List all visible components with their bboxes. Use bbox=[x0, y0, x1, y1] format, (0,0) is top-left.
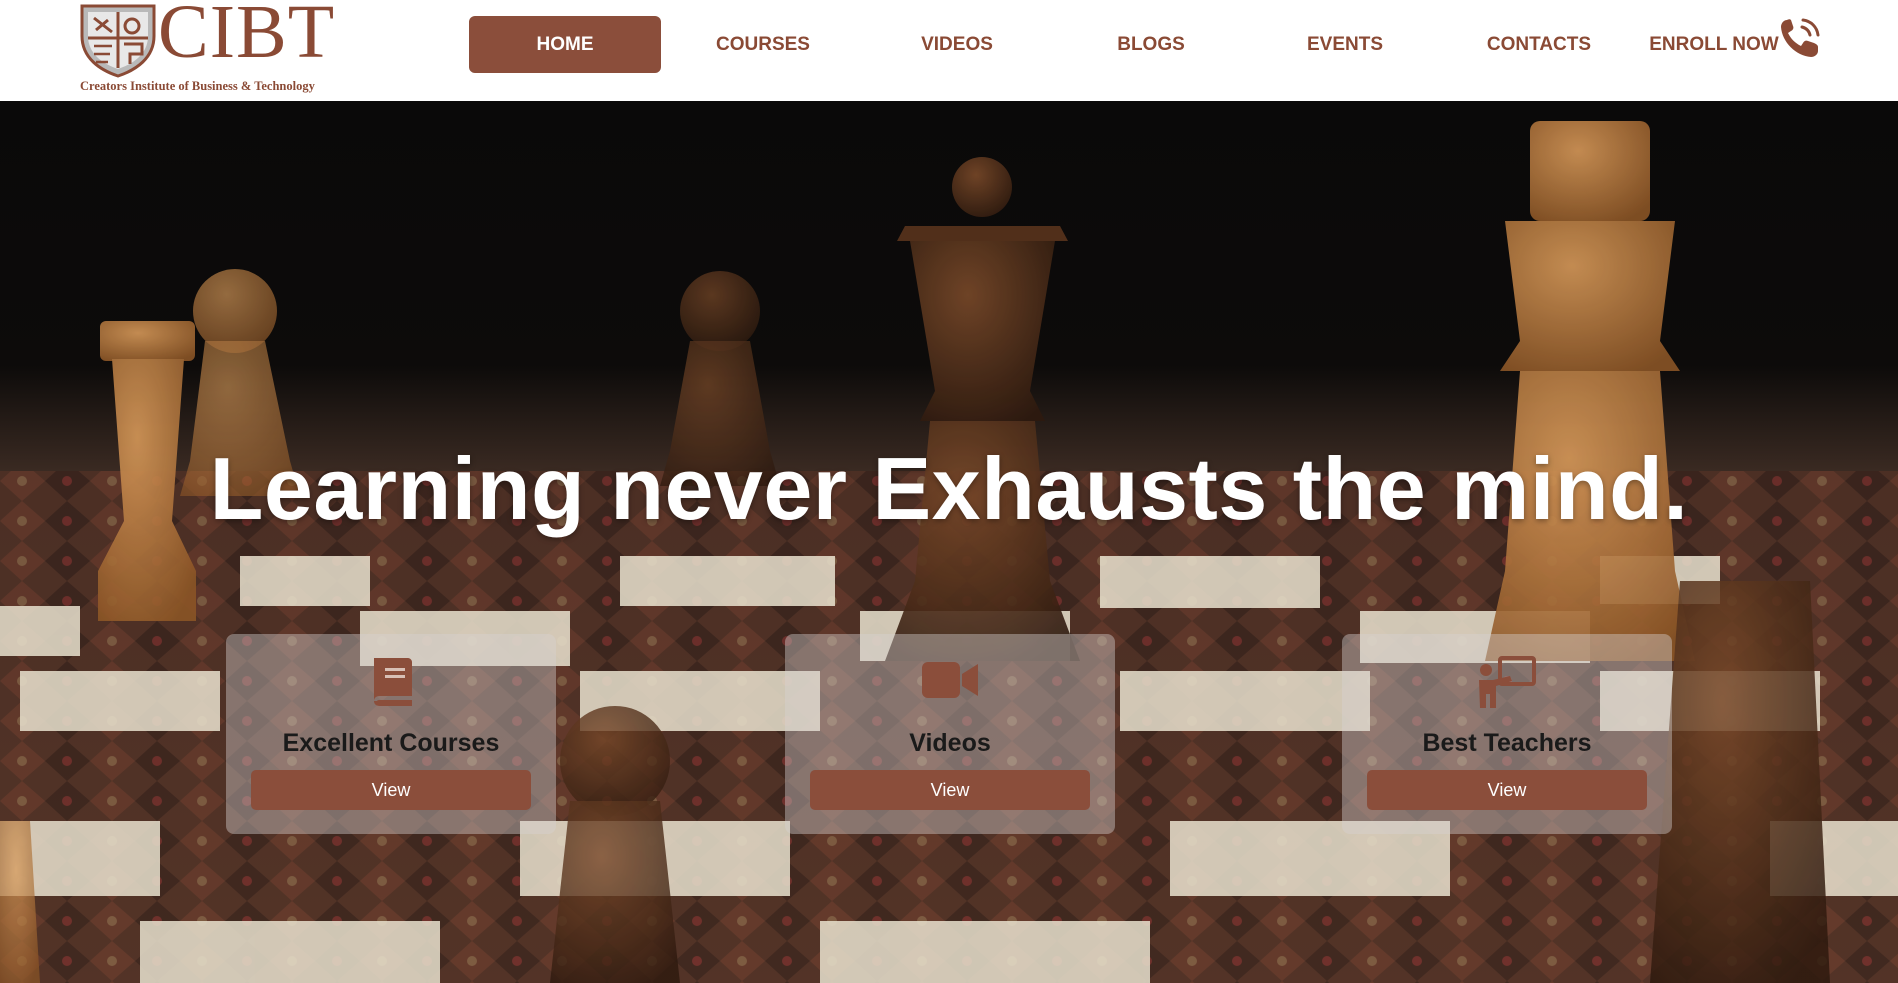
card-title: Excellent Courses bbox=[282, 729, 500, 757]
site-header: CIBT Creators Institute of Business & Te… bbox=[0, 0, 1898, 101]
hero-section: Learning never Exhausts the mind. Excell… bbox=[0, 101, 1898, 983]
view-teachers-button[interactable]: View bbox=[1367, 770, 1647, 810]
card-title: Videos bbox=[909, 729, 991, 757]
nav-courses[interactable]: COURSES bbox=[687, 16, 839, 73]
view-courses-button[interactable]: View bbox=[251, 770, 531, 810]
shield-logo-icon bbox=[80, 4, 156, 78]
phone-icon[interactable] bbox=[1778, 16, 1822, 60]
chess-board-background bbox=[0, 101, 1898, 983]
brand-name: CIBT bbox=[158, 0, 336, 74]
nav-blogs[interactable]: BLOGS bbox=[1075, 16, 1227, 73]
nav-contacts[interactable]: CONTACTS bbox=[1463, 16, 1615, 73]
card-excellent-courses: Excellent Courses View bbox=[226, 634, 556, 834]
teacher-board-icon bbox=[1342, 656, 1672, 712]
nav-enroll-now[interactable]: ENROLL NOW bbox=[1639, 16, 1789, 73]
hero-headline: Learning never Exhausts the mind. bbox=[209, 438, 1689, 538]
video-camera-icon bbox=[785, 656, 1115, 712]
card-best-teachers: Best Teachers View bbox=[1342, 634, 1672, 834]
view-videos-button[interactable]: View bbox=[810, 770, 1090, 810]
nav-home[interactable]: HOME bbox=[469, 16, 661, 73]
nav-events[interactable]: EVENTS bbox=[1269, 16, 1421, 73]
book-icon bbox=[226, 656, 556, 712]
cibt-logo[interactable]: CIBT Creators Institute of Business & Te… bbox=[78, 0, 334, 94]
card-videos: Videos View bbox=[785, 634, 1115, 834]
card-title: Best Teachers bbox=[1422, 729, 1592, 757]
brand-tagline: Creators Institute of Business & Technol… bbox=[80, 79, 315, 93]
nav-videos[interactable]: VIDEOS bbox=[881, 16, 1033, 73]
